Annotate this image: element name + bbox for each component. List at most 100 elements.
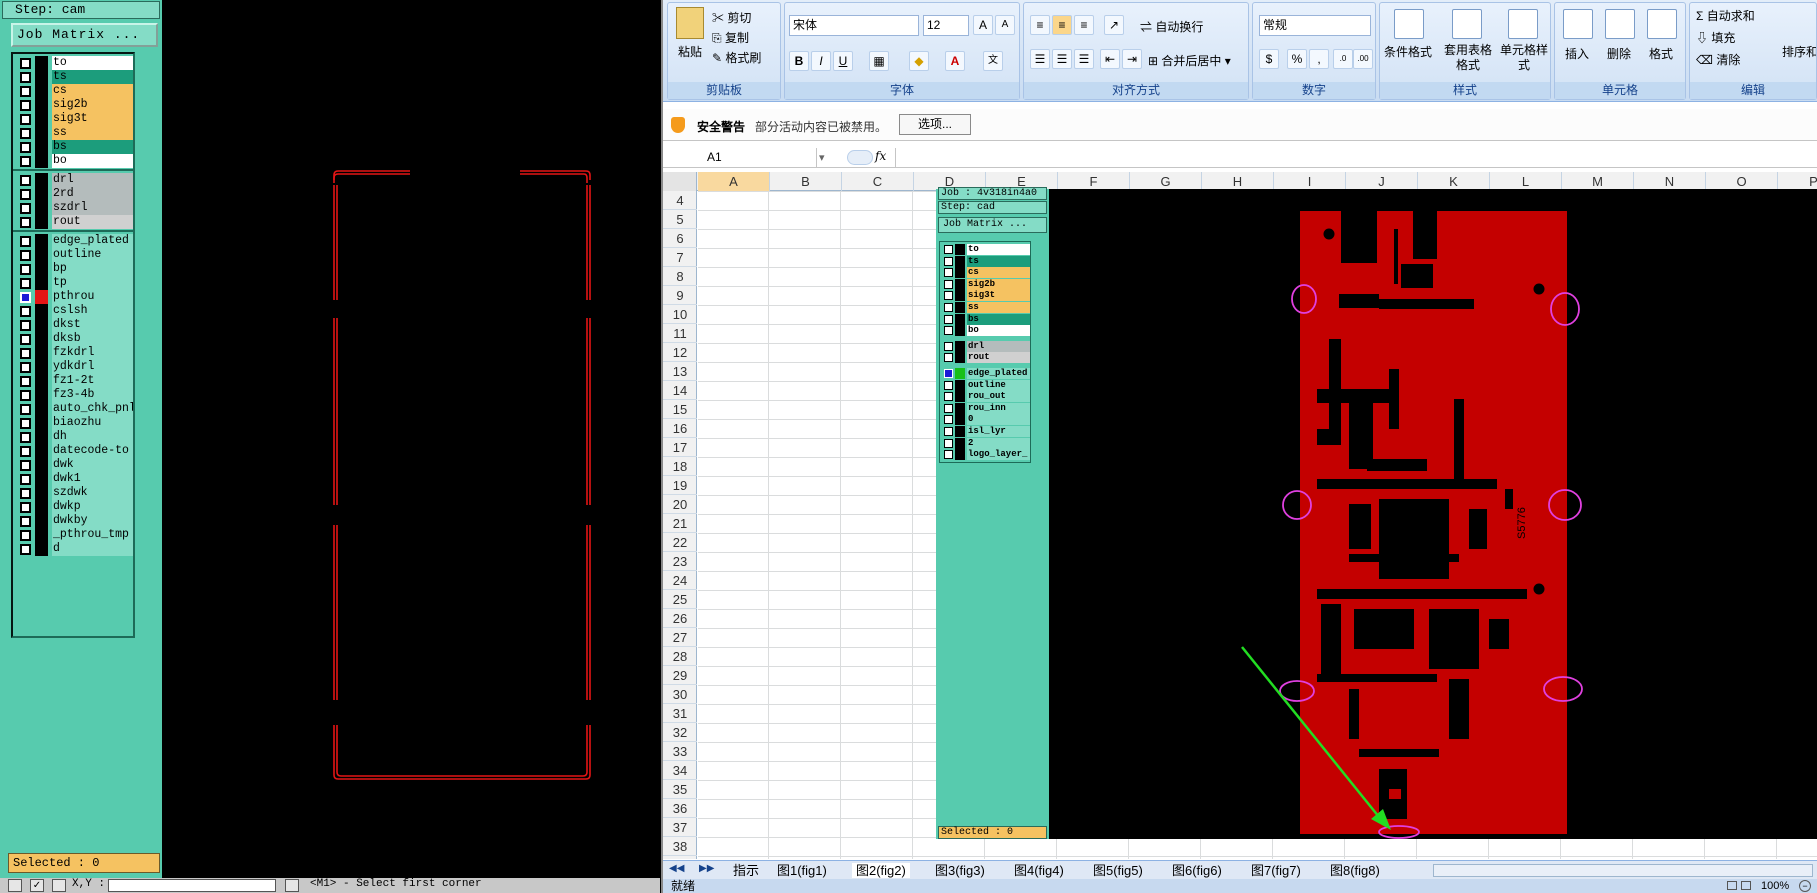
layer-row[interactable]: bs [15,140,133,154]
layer-checkbox[interactable] [20,250,31,261]
layer-row[interactable]: d [15,542,133,556]
format-painter-button[interactable]: ✎ 格式刷 [712,49,761,66]
layer-checkbox[interactable] [20,217,31,228]
layer-row[interactable]: biaozhu [15,416,133,430]
layer-row[interactable]: sig3t [15,112,133,126]
sheet-tab[interactable]: 图8(fig8) [1326,863,1384,878]
row-header[interactable]: 37 [663,818,697,837]
layer-row[interactable]: szdrl [15,201,133,215]
fill-color-icon[interactable]: ◆ [909,51,929,71]
clear-button[interactable]: ⌫ 清除 [1696,51,1740,68]
layer-name[interactable]: dwk [52,458,133,472]
paste-button[interactable]: 粘贴 [678,43,702,60]
formula-toggle-icon[interactable] [847,150,873,165]
layer-name[interactable]: szdrl [52,201,133,215]
layer-checkbox[interactable] [20,142,31,153]
font-family-select[interactable]: 宋体 [789,15,919,36]
layer-name[interactable]: szdwk [52,486,133,500]
row-header[interactable]: 32 [663,723,697,742]
increase-decimal-icon[interactable]: .0 [1333,49,1353,69]
shrink-font-icon[interactable]: A [995,15,1015,35]
layer-checkbox[interactable] [20,128,31,139]
page-layout-icon[interactable] [1741,881,1751,890]
layer-name[interactable]: biaozhu [52,416,133,430]
layer-checkbox[interactable] [20,320,31,331]
layer-name[interactable]: edge_plated [52,234,133,248]
security-options-button[interactable]: 选项... [899,114,971,135]
italic-icon[interactable]: I [811,51,831,71]
function-icon[interactable]: fx [875,149,886,163]
layer-checkbox[interactable] [20,189,31,200]
orientation-icon[interactable]: ↗ [1104,15,1124,35]
layer-name[interactable]: cs [52,84,133,98]
layer-row[interactable]: szdwk [15,486,133,500]
layer-row[interactable]: fz1-2t [15,374,133,388]
row-header[interactable]: 16 [663,419,697,438]
row-header[interactable]: 29 [663,666,697,685]
job-matrix-button[interactable]: Job Matrix ... [11,23,158,47]
layer-row[interactable]: dwkby [15,514,133,528]
layer-checkbox[interactable] [20,432,31,443]
row-header[interactable]: 24 [663,571,697,590]
row-header[interactable]: 10 [663,305,697,324]
row-header[interactable]: 30 [663,685,697,704]
conditional-format-button[interactable]: 条件格式 [1384,43,1432,60]
row-header[interactable]: 33 [663,742,697,761]
percent-icon[interactable]: % [1287,49,1307,69]
delete-cells-icon[interactable] [1605,9,1635,39]
layer-row[interactable]: dwkp [15,500,133,514]
layer-name[interactable]: pthrou [52,290,133,304]
font-size-select[interactable]: 12 [923,15,969,36]
cell-style-icon[interactable] [1508,9,1538,39]
sheet-tab[interactable]: 图2(fig2) [852,863,910,878]
layer-row[interactable]: pthrou [15,290,133,304]
layer-name[interactable]: bp [52,262,133,276]
layer-name[interactable]: cslsh [52,304,133,318]
formula-input[interactable] [895,148,1817,167]
select-tool-icon[interactable] [8,879,22,892]
layer-row[interactable]: sig2b [15,98,133,112]
check-icon[interactable]: ✓ [30,879,44,892]
row-header[interactable]: 14 [663,381,697,400]
sheet-nav-first-icon[interactable]: ◀◀ [669,863,684,874]
align-right-icon[interactable]: ☰ [1074,49,1094,69]
layer-checkbox[interactable] [20,278,31,289]
align-left-icon[interactable]: ☰ [1030,49,1050,69]
wrap-text-button[interactable]: ⇌ 自动换行 [1140,18,1203,35]
layer-checkbox[interactable] [20,175,31,186]
align-center-icon[interactable]: ☰ [1052,49,1072,69]
sheet-tab[interactable]: 图3(fig3) [931,863,989,878]
layer-name[interactable]: rout [52,215,133,229]
row-header[interactable]: 11 [663,324,697,343]
layer-name[interactable]: auto_chk_pnl [52,402,133,416]
layer-row[interactable]: _pthrou_tmp [15,528,133,542]
sheet-tab[interactable]: 图4(fig4) [1010,863,1068,878]
layer-row[interactable]: outline [15,248,133,262]
cell-style-button[interactable]: 单元格样式 [1500,43,1548,73]
layer-row[interactable]: fzkdrl [15,346,133,360]
zoom-out-icon[interactable]: − [1799,880,1811,892]
layer-checkbox[interactable] [20,306,31,317]
cut-button[interactable]: ✂ 剪切 [712,9,751,26]
layer-checkbox[interactable] [20,488,31,499]
layer-row[interactable]: drl [15,173,133,187]
layer-row[interactable]: ss [15,126,133,140]
row-header[interactable]: 13 [663,362,697,381]
layer-checkbox[interactable] [20,334,31,345]
layer-checkbox[interactable] [20,502,31,513]
layer-checkbox[interactable] [20,516,31,527]
layer-checkbox[interactable] [20,58,31,69]
layer-checkbox[interactable] [20,460,31,471]
layer-checkbox[interactable] [20,292,31,303]
layer-checkbox[interactable] [20,236,31,247]
layer-checkbox[interactable] [20,418,31,429]
sheet-tab[interactable]: 图1(fig1) [773,863,831,878]
name-box[interactable]: A1 [699,148,817,167]
table-format-icon[interactable] [1452,9,1482,39]
decrease-decimal-icon[interactable]: .00 [1353,49,1373,69]
layer-row[interactable]: dkst [15,318,133,332]
conditional-format-icon[interactable] [1394,9,1424,39]
layer-name[interactable]: dkst [52,318,133,332]
align-bottom-icon[interactable]: ≡ [1074,15,1094,35]
layer-name[interactable]: d [52,542,133,556]
